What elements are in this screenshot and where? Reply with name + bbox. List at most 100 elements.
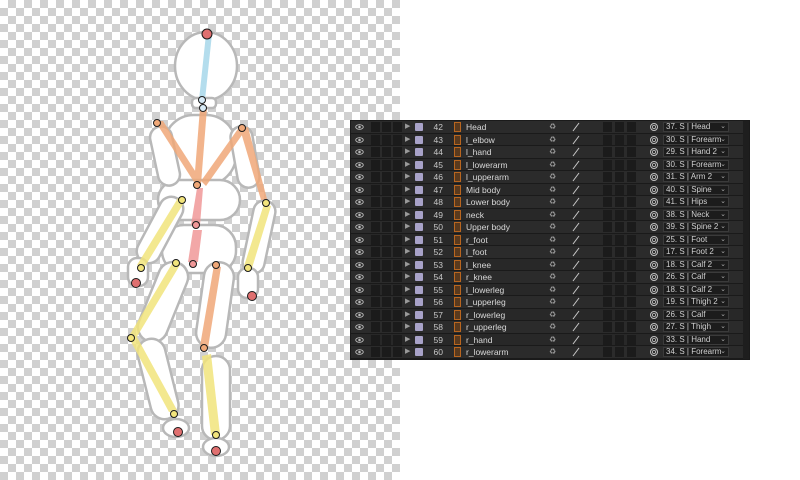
- switch-box[interactable]: [615, 284, 624, 295]
- lock-toggle[interactable]: [393, 172, 402, 182]
- switch-box[interactable]: [603, 134, 612, 145]
- pickwhip-icon[interactable]: [649, 297, 659, 307]
- layer-name[interactable]: l_lowerarm: [466, 159, 541, 171]
- audio-toggle[interactable]: [371, 122, 380, 132]
- switch-box[interactable]: [615, 322, 624, 332]
- lock-toggle[interactable]: [393, 222, 402, 232]
- layer-name[interactable]: l_upperarm: [466, 171, 541, 183]
- joint-l-shoulder[interactable]: [238, 124, 246, 132]
- eye-icon[interactable]: [355, 272, 364, 282]
- label-color-swatch[interactable]: [415, 223, 423, 231]
- eye-icon[interactable]: [355, 122, 364, 132]
- audio-toggle[interactable]: [371, 334, 380, 345]
- shy-icon[interactable]: ♻: [549, 296, 556, 308]
- solo-toggle[interactable]: [382, 222, 391, 232]
- pickwhip-icon[interactable]: [649, 147, 659, 157]
- slash-icon[interactable]: [571, 285, 581, 295]
- pickwhip-icon[interactable]: [649, 135, 659, 145]
- switch-box[interactable]: [627, 209, 636, 220]
- solo-toggle[interactable]: [382, 172, 391, 182]
- eye-icon[interactable]: [355, 197, 364, 207]
- solo-toggle[interactable]: [382, 259, 391, 270]
- layer-row[interactable]: ▶ 52 l_foot ♻ 17. S | Foot 2 ⌄: [351, 246, 749, 259]
- joint-r-elbow[interactable]: [178, 196, 186, 204]
- layer-row[interactable]: ▶ 58 r_upperleg ♻ 27. S | Thigh ⌄: [351, 321, 749, 334]
- label-color-swatch[interactable]: [415, 310, 423, 319]
- switch-box[interactable]: [615, 197, 624, 207]
- switch-box[interactable]: [615, 247, 624, 257]
- lock-toggle[interactable]: [393, 272, 402, 282]
- layer-name[interactable]: l_hand: [466, 146, 541, 158]
- slash-icon[interactable]: [571, 210, 581, 220]
- eye-icon[interactable]: [355, 172, 364, 182]
- label-color-swatch[interactable]: [415, 198, 423, 206]
- pickwhip-icon[interactable]: [649, 122, 659, 132]
- layer-row[interactable]: ▶ 42 Head ♻ 37. S | Head ⌄: [351, 121, 749, 134]
- shy-icon[interactable]: ♻: [549, 134, 556, 146]
- label-color-swatch[interactable]: [415, 148, 423, 156]
- label-color-swatch[interactable]: [415, 348, 423, 356]
- audio-toggle[interactable]: [371, 247, 380, 257]
- label-color-swatch[interactable]: [415, 210, 423, 219]
- label-color-swatch[interactable]: [415, 160, 423, 169]
- joint-r-ankle[interactable]: [170, 410, 178, 418]
- solo-toggle[interactable]: [382, 284, 391, 295]
- pickwhip-icon[interactable]: [649, 222, 659, 232]
- switch-box[interactable]: [615, 334, 624, 345]
- timeline-layer-panel[interactable]: ▶ 42 Head ♻ 37. S | Head ⌄ ▶ 43 l_elbow …: [350, 120, 750, 360]
- composition-viewport[interactable]: [0, 0, 400, 480]
- layer-row[interactable]: ▶ 48 Lower body ♻ 41. S | Hips ⌄: [351, 196, 749, 209]
- solo-toggle[interactable]: [382, 347, 391, 357]
- lock-toggle[interactable]: [393, 347, 402, 357]
- shy-icon[interactable]: ♻: [549, 309, 556, 321]
- triangle-right-icon[interactable]: ▶: [405, 309, 410, 321]
- layer-row[interactable]: ▶ 55 l_lowerleg ♻ 18. S | Calf 2 ⌄: [351, 283, 749, 296]
- slash-icon[interactable]: [571, 272, 581, 282]
- joint-l-elbow[interactable]: [262, 199, 270, 207]
- joint-l-ankle[interactable]: [212, 431, 220, 439]
- layer-row[interactable]: ▶ 51 r_foot ♻ 25. S | Foot ⌄: [351, 233, 749, 246]
- slash-icon[interactable]: [571, 197, 581, 207]
- audio-toggle[interactable]: [371, 134, 380, 145]
- layer-row[interactable]: ▶ 45 l_lowerarm ♻ 30. S | Forearm ⌄: [351, 158, 749, 171]
- pickwhip-icon[interactable]: [649, 285, 659, 295]
- switch-box[interactable]: [627, 222, 636, 232]
- audio-toggle[interactable]: [371, 284, 380, 295]
- eye-icon[interactable]: [355, 335, 364, 345]
- switch-box[interactable]: [627, 272, 636, 282]
- audio-toggle[interactable]: [371, 172, 380, 182]
- lock-toggle[interactable]: [393, 159, 402, 170]
- eye-icon[interactable]: [355, 147, 364, 157]
- switch-box[interactable]: [603, 159, 612, 170]
- slash-icon[interactable]: [571, 297, 581, 307]
- parent-dropdown[interactable]: 30. S | Forearm ⌄: [663, 134, 729, 145]
- audio-toggle[interactable]: [371, 309, 380, 320]
- slash-icon[interactable]: [571, 160, 581, 170]
- lock-toggle[interactable]: [393, 297, 402, 307]
- shy-icon[interactable]: ♻: [549, 346, 556, 358]
- joint-r-wrist[interactable]: [137, 264, 145, 272]
- switch-box[interactable]: [627, 159, 636, 170]
- lock-toggle[interactable]: [393, 197, 402, 207]
- joint-r-hand-end[interactable]: [131, 278, 141, 288]
- solo-toggle[interactable]: [382, 122, 391, 132]
- switch-box[interactable]: [627, 147, 636, 157]
- switch-box[interactable]: [615, 259, 624, 270]
- switch-box[interactable]: [615, 222, 624, 232]
- switch-box[interactable]: [627, 334, 636, 345]
- label-color-swatch[interactable]: [415, 260, 423, 269]
- joint-l-hip[interactable]: [212, 261, 220, 269]
- triangle-right-icon[interactable]: ▶: [405, 284, 410, 296]
- lock-toggle[interactable]: [393, 209, 402, 220]
- joint-neck-base[interactable]: [199, 104, 207, 112]
- switch-box[interactable]: [627, 247, 636, 257]
- shy-icon[interactable]: ♻: [549, 221, 556, 233]
- parent-dropdown[interactable]: 18. S | Calf 2 ⌄: [663, 284, 729, 295]
- switch-box[interactable]: [603, 284, 612, 295]
- switch-box[interactable]: [627, 134, 636, 145]
- switch-box[interactable]: [603, 147, 612, 157]
- parent-dropdown[interactable]: 37. S | Head ⌄: [663, 122, 729, 132]
- slash-icon[interactable]: [571, 222, 581, 232]
- panel-scrollbar[interactable]: [743, 121, 749, 359]
- shy-icon[interactable]: ♻: [549, 334, 556, 346]
